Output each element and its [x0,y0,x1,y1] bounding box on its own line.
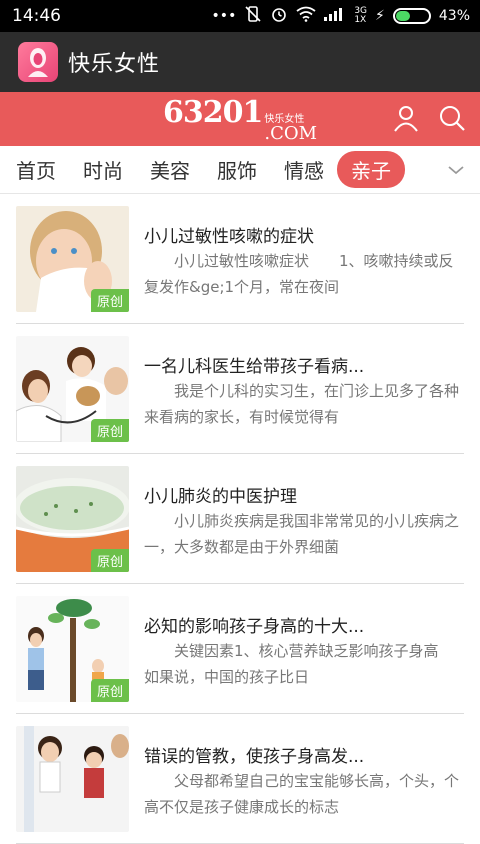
vibrate-off-icon [244,5,262,27]
app-title: 快乐女性 [68,52,161,77]
list-item[interactable]: 原创 必知的影响孩子身高的十大... 关键因素1、核心营养缺乏影响孩子身高 如果… [16,584,464,714]
woman-silhouette-icon [18,42,58,82]
brand-number: 63201 [162,95,263,130]
battery-fill [395,11,410,21]
app-bar: 快乐女性 [0,32,480,92]
tab-emotion[interactable]: 情感 [284,155,324,184]
original-badge: 原创 [90,549,129,572]
kids-measuring-height-image [16,726,129,832]
article-summary: 我是个儿科的实习生，在门诊上见多了各种来看病的家长，有时候觉得有 [144,382,460,426]
notification-dots-icon: ••• [211,8,237,24]
battery-percent: 43% [438,8,470,24]
search-icon[interactable] [438,104,466,132]
kids-height-chart-image: 原创 [16,596,129,702]
tab-clothing[interactable]: 服饰 [217,155,257,184]
article-list: 原创 小儿过敏性咳嗽的症状 小儿过敏性咳嗽症状 1、咳嗽持续或反复发作&ge;1… [0,194,480,844]
doctor-with-child-image: 原创 [16,336,129,442]
network-type: 3G 1X [354,6,368,25]
battery-icon [392,8,431,24]
article-summary: 小儿过敏性咳嗽症状 1、咳嗽持续或反复发作&ge;1个月，常在夜间 [144,252,454,296]
vegetable-porridge-bowl-image: 原创 [16,466,129,572]
tab-home[interactable]: 首页 [16,155,56,184]
original-badge: 原创 [90,419,129,442]
user-icon[interactable] [392,104,420,132]
list-item[interactable]: 原创 一名儿科医生给带孩子看病... 我是个儿科的实习生，在门诊上见多了各种来看… [16,324,464,454]
list-item[interactable]: 错误的管教，使孩子身高发... 父母都希望自己的宝宝能够长高，个头，个高不仅是孩… [16,714,464,844]
category-tabs: 首页 时尚 美容 服饰 情感 亲子 [0,146,480,194]
article-summary: 父母都希望自己的宝宝能够长高，个头，个高不仅是孩子健康成长的标志 [144,772,460,816]
article-summary: 关键因素1、核心营养缺乏影响孩子身高 如果说，中国的孩子比日 [144,642,439,686]
article-summary: 小儿肺炎疾病是我国非常常见的小儿疾病之一，大多数都是由于外界细菌 [144,512,460,556]
signal-icon [324,7,346,25]
article-title: 一名儿科医生给带孩子看病... [144,357,365,377]
article-title: 必知的影响孩子身高的十大... [144,617,365,637]
brand-com-label: .COM [264,123,318,144]
brand-bar: 63201 快乐女性 .COM [0,92,480,146]
tab-parenting[interactable]: 亲子 [337,151,405,188]
original-badge: 原创 [90,289,129,312]
status-bar: 14:46 ••• 3G 1X ⚡ 43% [0,0,480,32]
charging-icon: ⚡ [375,8,385,24]
wifi-icon [296,6,316,26]
article-title: 小儿过敏性咳嗽的症状 [144,227,314,247]
chevron-down-icon[interactable] [446,160,466,180]
tab-fashion[interactable]: 时尚 [83,155,123,184]
tab-beauty[interactable]: 美容 [150,155,190,184]
original-badge: 原创 [90,679,129,702]
status-icons: ••• 3G 1X ⚡ 43% [212,5,470,27]
brand-logo[interactable]: 63201 快乐女性 .COM [163,95,317,143]
list-item[interactable]: 原创 小儿肺炎的中医护理 小儿肺炎疾病是我国非常常见的小儿疾病之一，大多数都是由… [16,454,464,584]
child-with-tissue-image: 原创 [16,206,129,312]
alarm-icon [270,5,288,27]
list-item[interactable]: 原创 小儿过敏性咳嗽的症状 小儿过敏性咳嗽症状 1、咳嗽持续或反复发作&ge;1… [16,194,464,324]
status-time: 14:46 [12,6,61,26]
article-title: 错误的管教，使孩子身高发... [144,747,365,767]
article-title: 小儿肺炎的中医护理 [144,487,297,507]
